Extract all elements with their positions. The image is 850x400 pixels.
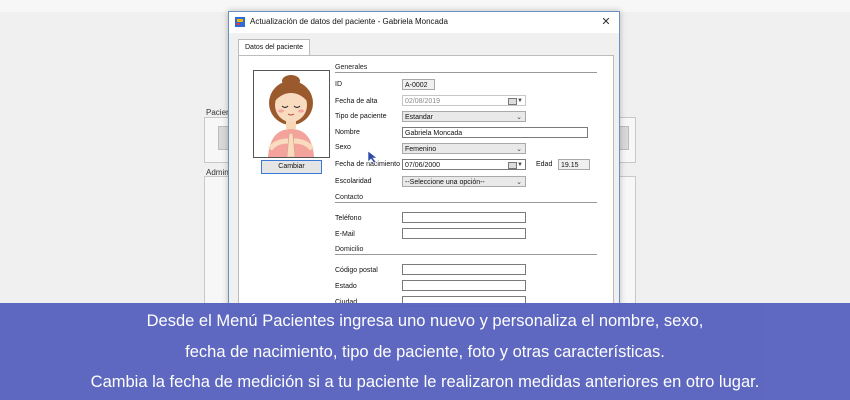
codigo-postal-label: Código postal bbox=[335, 267, 378, 274]
edad-field: 19.15 bbox=[558, 159, 590, 170]
chevron-down-icon: ⌄ bbox=[516, 146, 522, 153]
id-label: ID bbox=[335, 81, 342, 88]
close-button[interactable]: ✕ bbox=[599, 15, 613, 29]
email-label: E-Mail bbox=[335, 231, 355, 238]
telefono-input[interactable] bbox=[402, 212, 526, 223]
sexo-label: Sexo bbox=[335, 144, 351, 151]
escolaridad-select[interactable]: --Seleccione una opción-- ⌄ bbox=[402, 176, 526, 187]
mouse-cursor-icon bbox=[367, 150, 378, 164]
dropdown-arrow-icon: ▼ bbox=[517, 98, 523, 104]
patient-photo bbox=[253, 70, 330, 158]
avatar-photo bbox=[268, 75, 314, 158]
telefono-label: Teléfono bbox=[335, 215, 362, 222]
change-photo-button[interactable]: Cambiar bbox=[261, 160, 322, 174]
tipo-paciente-select[interactable]: Estandar ⌄ bbox=[402, 111, 526, 122]
tipo-paciente-label: Tipo de paciente bbox=[335, 113, 387, 120]
chevron-down-icon: ⌄ bbox=[516, 179, 522, 186]
section-domicilio: Domicilio bbox=[335, 246, 364, 253]
caption-line-2: fecha de nacimiento, tipo de paciente, f… bbox=[185, 343, 665, 361]
caption-line-1: Desde el Menú Pacientes ingresa uno nuev… bbox=[146, 312, 704, 330]
escolaridad-label: Escolaridad bbox=[335, 178, 372, 185]
estado-input[interactable] bbox=[402, 280, 526, 291]
caption-banner: Desde el Menú Pacientes ingresa uno nuev… bbox=[0, 303, 850, 400]
fecha-alta-value: 02/08/2019 bbox=[405, 98, 441, 105]
dialog-title: Actualización de datos del paciente - Ga… bbox=[250, 17, 448, 26]
chevron-down-icon: ⌄ bbox=[516, 114, 522, 121]
fecha-alta-label: Fecha de alta bbox=[335, 98, 378, 105]
fecha-alta-picker: 02/08/2019 ▼ bbox=[402, 95, 526, 106]
sexo-value: Femenino bbox=[405, 146, 437, 153]
codigo-postal-input[interactable] bbox=[402, 264, 526, 275]
fecha-nacimiento-value: 07/06/2000 bbox=[405, 162, 441, 169]
separator-domicilio bbox=[335, 254, 597, 255]
dropdown-arrow-icon[interactable]: ▼ bbox=[517, 160, 523, 171]
dialog-titlebar: Actualización de datos del paciente - Ga… bbox=[229, 12, 619, 33]
nombre-label: Nombre bbox=[335, 129, 360, 136]
email-input[interactable] bbox=[402, 228, 526, 239]
tipo-paciente-value: Estandar bbox=[405, 114, 434, 121]
escolaridad-value: --Seleccione una opción-- bbox=[405, 179, 485, 186]
app-icon bbox=[235, 17, 245, 27]
sexo-select[interactable]: Femenino ⌄ bbox=[402, 143, 526, 154]
edad-label: Edad bbox=[536, 161, 553, 168]
fecha-nacimiento-picker[interactable]: 07/06/2000 ▼ bbox=[402, 159, 526, 170]
caption-line-3: Cambia la fecha de medición si a tu paci… bbox=[90, 373, 760, 391]
estado-label: Estado bbox=[335, 283, 357, 290]
section-contacto: Contacto bbox=[335, 194, 364, 201]
patient-update-dialog: Actualización de datos del paciente - Ga… bbox=[228, 11, 620, 317]
calendar-icon[interactable] bbox=[508, 162, 517, 169]
section-generales: Generales bbox=[335, 64, 368, 71]
close-icon: ✕ bbox=[601, 16, 611, 28]
separator-generales bbox=[335, 72, 597, 73]
separator-contacto bbox=[335, 202, 597, 203]
id-field: A-0002 bbox=[402, 79, 435, 90]
nombre-input[interactable]: Gabriela Moncada bbox=[402, 127, 588, 138]
calendar-icon bbox=[508, 98, 517, 105]
